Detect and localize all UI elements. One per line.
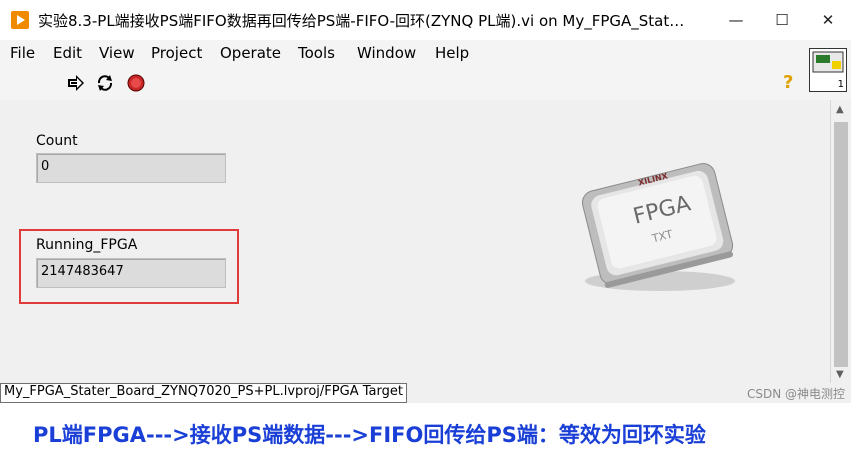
menu-tools[interactable]: Tools	[298, 44, 335, 62]
menu-file[interactable]: File	[10, 44, 35, 62]
labview-vi-icon	[11, 11, 29, 29]
menu-project[interactable]: Project	[151, 44, 202, 62]
vi-icon-number: 1	[837, 79, 844, 90]
maximize-button[interactable]: ☐	[759, 0, 805, 40]
menu-help[interactable]: Help	[435, 44, 469, 62]
help-icon[interactable]: ?	[783, 72, 793, 93]
running-fpga-highlight	[19, 229, 239, 304]
vertical-scrollbar[interactable]: ▲ ▼	[830, 100, 851, 383]
menu-operate[interactable]: Operate	[220, 44, 281, 62]
scroll-down-arrow-icon[interactable]: ▼	[836, 369, 844, 380]
scroll-thumb[interactable]	[834, 122, 848, 367]
status-bar: My_FPGA_Stater_Board_ZYNQ7020_PS+PL.lvpr…	[0, 383, 851, 403]
count-label: Count	[36, 133, 78, 149]
description-banner: PL端FPGA--->接收PS端数据--->FIFO回传给PS端：等效为回环实验	[33, 423, 706, 447]
close-button[interactable]: ✕	[805, 0, 851, 40]
vi-thumbnail-icon	[812, 51, 844, 73]
toolbar: ?	[0, 65, 851, 101]
minimize-button[interactable]: —	[713, 0, 759, 40]
count-value: 0	[41, 159, 50, 174]
csdn-watermark: CSDN @神电测控	[746, 387, 845, 401]
count-indicator: 0	[36, 153, 226, 183]
vi-connector-icon[interactable]: 1	[809, 48, 847, 92]
menu-edit[interactable]: Edit	[53, 44, 82, 62]
run-arrow-icon[interactable]	[66, 74, 86, 92]
run-continuously-icon[interactable]	[95, 74, 115, 92]
abort-stop-icon[interactable]	[126, 74, 146, 92]
scroll-up-arrow-icon[interactable]: ▲	[836, 104, 844, 115]
menu-view[interactable]: View	[99, 44, 135, 62]
menu-bar: File Edit View Project Operate Tools Win…	[0, 40, 851, 65]
project-path: My_FPGA_Stater_Board_ZYNQ7020_PS+PL.lvpr…	[0, 383, 407, 403]
title-bar[interactable]: 实验8.3-PL端接收PS端FIFO数据再回传给PS端-FIFO-回环(ZYNQ…	[0, 0, 851, 40]
window-title: 实验8.3-PL端接收PS端FIFO数据再回传给PS端-FIFO-回环(ZYNQ…	[38, 12, 685, 30]
menu-window[interactable]: Window	[357, 44, 416, 62]
